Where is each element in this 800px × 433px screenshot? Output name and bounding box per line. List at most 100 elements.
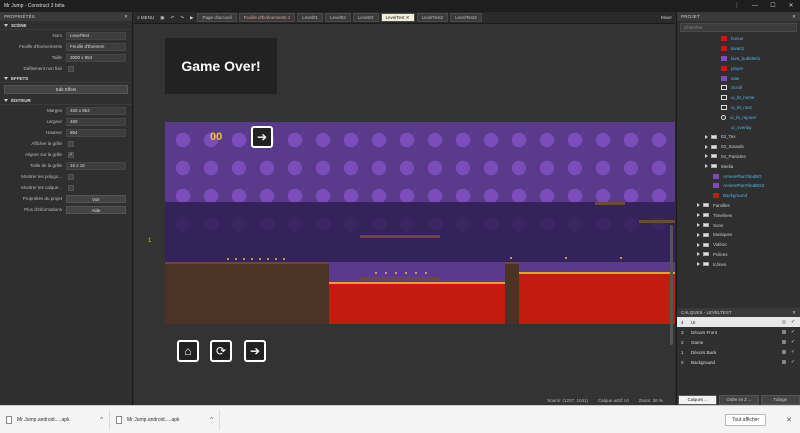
tree-item[interactable]: Background [677, 191, 800, 201]
vertical-scrollbar[interactable] [670, 225, 673, 345]
expand-arrow-icon[interactable] [705, 134, 708, 139]
minimize-button[interactable]: — [746, 0, 764, 12]
visibility-check[interactable]: ✓ [790, 319, 796, 325]
lock-icon[interactable] [782, 330, 786, 334]
expand-arrow-icon[interactable] [697, 213, 700, 218]
download-item[interactable]: Mr Jump.android.....apk ^ [0, 409, 110, 430]
tree-folder[interactable]: 04_Particles [677, 152, 800, 162]
tree-folder[interactable]: 03_Sounds [677, 142, 800, 152]
tab-leveltest[interactable]: LevelTest ✕ [380, 13, 415, 22]
margins-field[interactable]: 450 x 854 [66, 106, 126, 115]
expand-arrow-icon[interactable] [697, 232, 700, 237]
tree-folder[interactable]: Polices [677, 250, 800, 260]
tab-close-icon[interactable]: ✕ [406, 15, 410, 20]
tree-item[interactable]: ui_bt_home [677, 93, 800, 103]
event-sheet-select[interactable]: Feuille d'Événem [66, 42, 126, 51]
tree-item[interactable]: lava_bubble01 [677, 54, 800, 64]
snap-grid-checkbox[interactable]: ✓ [68, 151, 74, 158]
visibility-check[interactable]: ✓ [790, 349, 796, 355]
project-search-input[interactable]: Chercher [680, 23, 797, 32]
tree-folder[interactable]: Vidéos [677, 240, 800, 250]
section-effects[interactable]: EFFETS [0, 74, 132, 83]
tab-home[interactable]: Page d'accueil [197, 13, 237, 22]
layers-close-icon[interactable]: ✕ [792, 310, 796, 316]
score-text[interactable]: 00 [210, 131, 222, 143]
lock-icon[interactable] [782, 360, 786, 364]
expand-arrow-icon[interactable] [705, 144, 708, 149]
width-field[interactable]: 450 [66, 117, 126, 126]
tree-item[interactable]: saw [677, 73, 800, 83]
expand-arrow-icon[interactable] [705, 154, 708, 159]
size-field[interactable]: 3000 x 854 [66, 53, 126, 62]
height-field[interactable]: 854 [66, 128, 126, 137]
help-button[interactable]: Aide [66, 205, 126, 214]
show-grid-checkbox[interactable] [68, 140, 74, 147]
tree-folder[interactable]: Musiques [677, 230, 800, 240]
tree-item[interactable]: ui_overlay [677, 122, 800, 132]
view-project-button[interactable]: Voir [66, 194, 126, 203]
tree-folder[interactable]: 03_Tex [677, 132, 800, 142]
layer-row[interactable]: 4 UI ✓ [677, 317, 800, 327]
section-editor[interactable]: ÉDITEUR [0, 96, 132, 105]
visibility-check[interactable]: ✓ [790, 339, 796, 345]
lock-icon[interactable] [782, 350, 786, 354]
tree-item[interactable]: ArrierePlanTiledBG2 [677, 181, 800, 191]
tree-item[interactable]: bonus [677, 34, 800, 44]
redo-icon[interactable]: ↷ [177, 15, 187, 21]
tree-item[interactable]: ui_bt_rejouer [677, 112, 800, 122]
next-icon[interactable]: ➔ [244, 340, 266, 362]
layer-row[interactable]: 2 Game ✓ [677, 337, 800, 347]
show-all-button[interactable]: Tout afficher [724, 413, 767, 426]
tab-level01[interactable]: Level01 [297, 13, 323, 22]
expand-arrow-icon[interactable] [705, 164, 708, 169]
mixer-label[interactable]: Mixer [658, 15, 675, 20]
level-view[interactable] [165, 122, 675, 324]
show-poly-checkbox[interactable] [68, 173, 74, 180]
unbounded-checkbox[interactable] [68, 65, 74, 72]
tree-folder[interactable]: Timelines [677, 210, 800, 220]
more-icon[interactable]: ⋮ [728, 0, 746, 12]
tab-event-sheet[interactable]: Feuille d'Événements 1 [238, 13, 296, 22]
save-icon[interactable]: ▣ [157, 15, 167, 21]
chevron-up-icon[interactable]: ^ [100, 417, 103, 423]
tree-item[interactable]: player [677, 63, 800, 73]
undo-icon[interactable]: ↶ [167, 15, 177, 21]
restart-icon[interactable]: ⟳ [210, 340, 232, 362]
tree-item[interactable]: ui_bt_next [677, 103, 800, 113]
visibility-check[interactable]: ✓ [790, 359, 796, 365]
visibility-check[interactable]: ✓ [790, 329, 796, 335]
tab-leveltest3[interactable]: LevelTest3 [450, 13, 482, 22]
game-over-panel[interactable]: Game Over! [165, 38, 277, 94]
tab-leveltest2[interactable]: LevelTest2 [416, 13, 449, 22]
tree-folder[interactable]: Familles [677, 201, 800, 211]
lock-icon[interactable] [782, 320, 786, 324]
chevron-up-icon[interactable]: ^ [210, 417, 213, 423]
project-close-icon[interactable]: ✕ [792, 14, 796, 20]
show-layers-checkbox[interactable] [68, 184, 74, 191]
name-field[interactable]: LevelTest [66, 31, 126, 40]
next-arrow-icon[interactable]: ➔ [251, 126, 273, 148]
layer-row[interactable]: 3 Décors Front ✓ [677, 327, 800, 337]
expand-arrow-icon[interactable] [697, 252, 700, 257]
download-item[interactable]: Mr Jump.android.....apk ^ [110, 409, 220, 430]
close-window-button[interactable]: ✕ [782, 0, 800, 12]
expand-arrow-icon[interactable] [697, 262, 700, 267]
tab-level02[interactable]: Level02 [324, 13, 351, 22]
tree-item[interactable]: lava01 [677, 44, 800, 54]
tree-folder[interactable]: Media [677, 161, 800, 171]
tree-item[interactable]: Scroll [677, 83, 800, 93]
tab-zorder[interactable]: Ordre en Z ... [719, 395, 759, 405]
tree-folder[interactable]: Sons [677, 220, 800, 230]
expand-arrow-icon[interactable] [697, 242, 700, 247]
close-download-bar-icon[interactable]: ✕ [786, 416, 792, 424]
tab-tilemap[interactable]: Tuilage [760, 395, 800, 405]
home-icon[interactable]: ⌂ [177, 340, 199, 362]
section-scene[interactable]: SCÈNE [0, 21, 132, 30]
tree-item[interactable]: ArrierePlanTiledBG [677, 171, 800, 181]
tab-layers[interactable]: Calques ... [678, 395, 718, 405]
expand-arrow-icon[interactable] [697, 223, 700, 228]
lock-icon[interactable] [782, 340, 786, 344]
edit-effects-button[interactable]: Edit Effets [4, 85, 128, 94]
layer-row[interactable]: 1 Décors Back ✓ [677, 347, 800, 357]
layer-row[interactable]: 0 Background ✓ [677, 357, 800, 367]
